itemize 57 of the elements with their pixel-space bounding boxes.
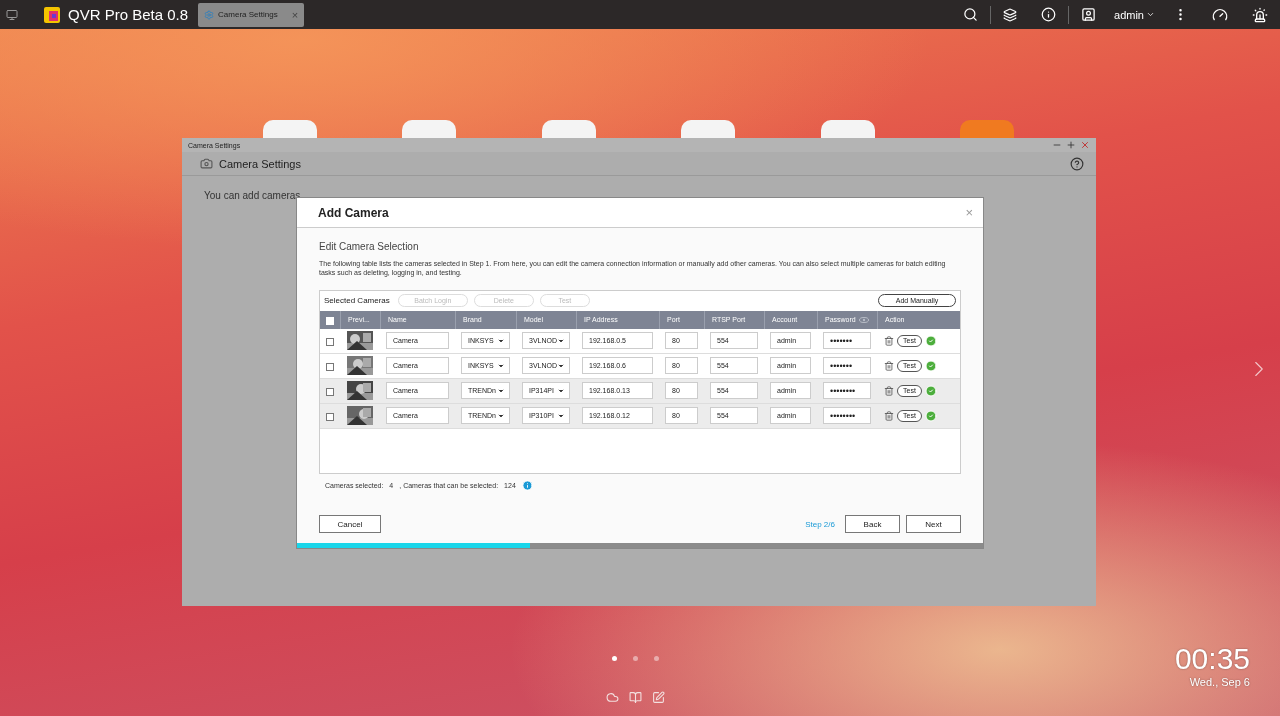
app-logo-icon [44, 6, 60, 23]
page-dot[interactable] [633, 656, 638, 661]
app-tab[interactable]: Camera Settings × [198, 2, 305, 27]
success-icon [924, 409, 937, 422]
app-title: QVR Pro Beta 0.8 [68, 6, 189, 23]
page-dot[interactable] [612, 656, 617, 661]
password-field[interactable]: ••••••• [823, 332, 871, 350]
select-all-checkbox[interactable] [326, 316, 334, 325]
next-button[interactable]: Next [906, 515, 961, 533]
delete-icon[interactable] [884, 385, 894, 396]
intro-text: You can add cameras [203, 189, 302, 201]
step-indicator: Step 2/6 [805, 519, 835, 529]
table-title: Selected Cameras [324, 296, 390, 306]
eye-icon[interactable] [858, 316, 869, 323]
row-checkbox[interactable] [326, 412, 334, 421]
app-icon[interactable] [402, 120, 457, 138]
password-field[interactable]: ••••••• [823, 357, 871, 375]
clock-time: 00:35 [1174, 642, 1250, 676]
app-icon[interactable] [681, 120, 736, 138]
password-field[interactable]: •••••••• [823, 382, 871, 400]
dialog-title: Add Camera [318, 205, 390, 220]
page-dot[interactable] [654, 656, 659, 661]
user-menu[interactable]: admin [1114, 8, 1155, 21]
clock-date: Wed., Sep 6 [1188, 676, 1250, 688]
row-checkbox[interactable] [326, 387, 334, 396]
help-icon[interactable] [1070, 156, 1084, 171]
caret-icon [1146, 10, 1155, 19]
siren-icon[interactable] [1252, 6, 1268, 23]
app-icon[interactable] [263, 120, 317, 138]
row-checkbox[interactable] [326, 337, 334, 346]
password-field[interactable]: •••••••• [823, 407, 871, 425]
window-icon[interactable] [6, 8, 18, 21]
success-icon [924, 384, 937, 397]
app-icon[interactable] [541, 120, 596, 138]
cloud-icon[interactable] [606, 691, 619, 704]
row-checkbox[interactable] [326, 362, 334, 371]
delete-icon[interactable] [884, 410, 894, 421]
search-icon[interactable] [963, 7, 979, 22]
window-header: Camera Settings [219, 157, 302, 170]
delete-icon[interactable] [884, 335, 894, 346]
book-icon[interactable] [629, 691, 642, 704]
delete-icon[interactable] [884, 360, 894, 371]
stack-icon[interactable] [1003, 7, 1018, 22]
maximize-icon[interactable] [1066, 140, 1076, 150]
gauge-icon[interactable] [1212, 6, 1228, 23]
note-icon[interactable] [652, 691, 665, 704]
gear-icon [204, 9, 215, 20]
info-icon[interactable] [1041, 7, 1057, 22]
app-icon[interactable] [820, 120, 875, 138]
camera-icon [200, 157, 213, 170]
section-title: Edit Camera Selection [319, 241, 420, 252]
cancel-button[interactable]: Cancel [319, 515, 381, 533]
back-button[interactable]: Back [845, 515, 900, 533]
user-icon[interactable] [1081, 7, 1097, 22]
close-icon[interactable] [1080, 140, 1090, 150]
success-icon [924, 359, 937, 372]
success-icon [924, 334, 937, 347]
